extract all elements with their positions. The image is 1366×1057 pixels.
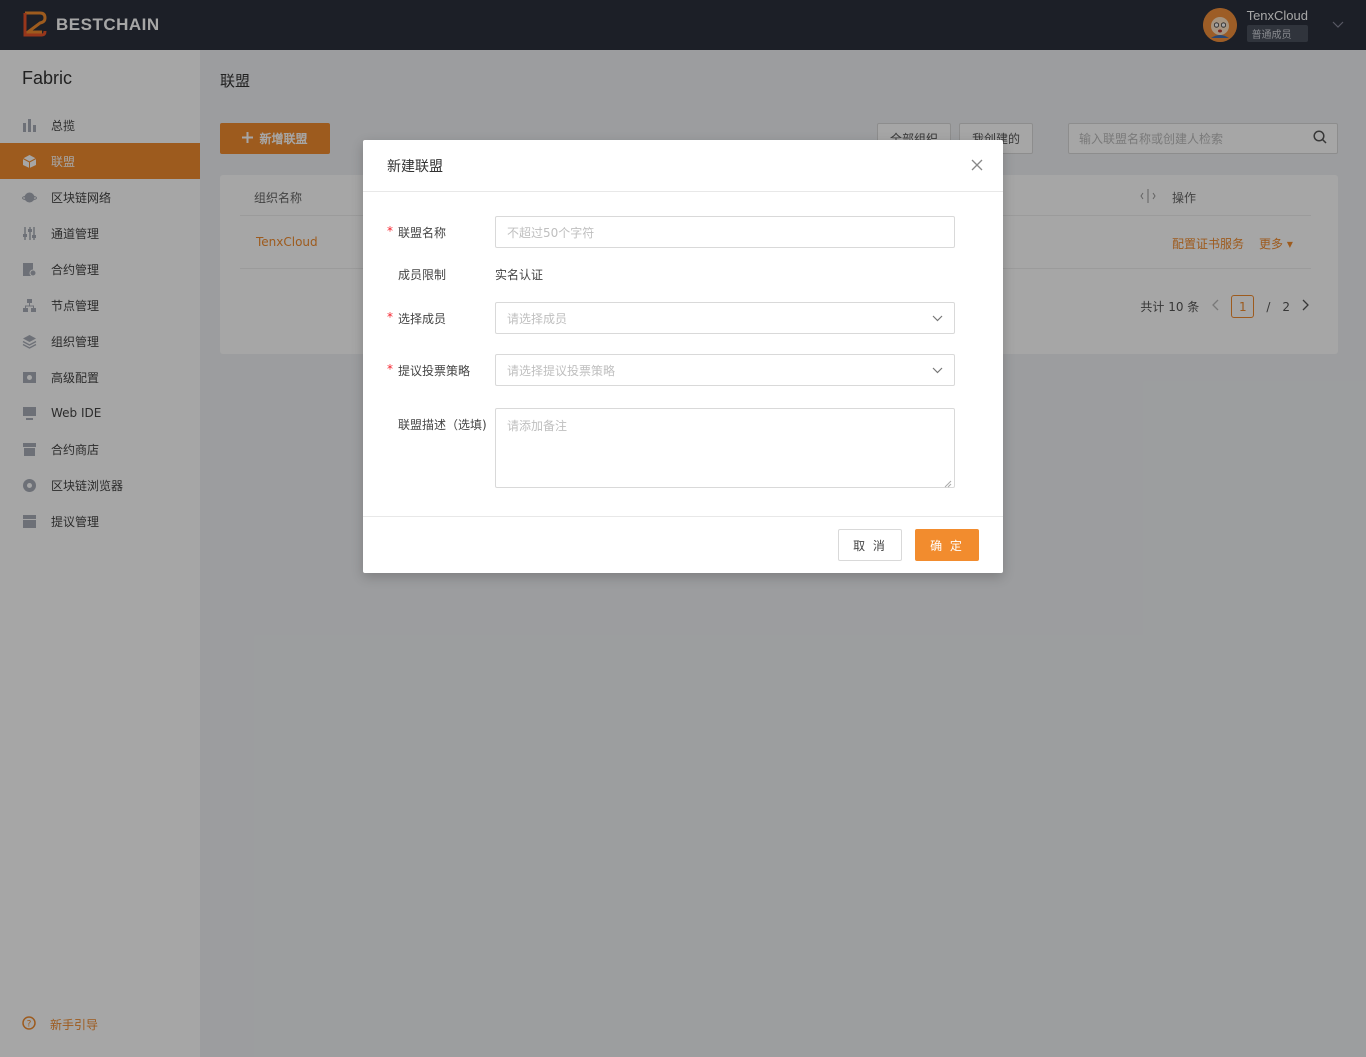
limit-label: 成员限制 [398,268,447,282]
policy-placeholder: 请选择提议投票策略 [507,363,616,378]
policy-label: * 提议投票策略 [387,361,471,378]
modal-header: 新建联盟 [363,140,1003,192]
description-textarea[interactable]: 请添加备注 [495,408,955,488]
form-row-policy: * 提议投票策略 请选择提议投票策略 [387,354,955,386]
name-placeholder: 不超过50个字符 [507,225,595,240]
form-row-desc: 联盟描述（选填) 请添加备注 [387,408,955,488]
member-select[interactable]: 请选择成员 [495,302,955,334]
form-row-name: * 联盟名称 不超过50个字符 [387,216,955,248]
new-alliance-modal: 新建联盟 * 联盟名称 不超过50个字符 成员限制 实名认证 * 选择成员 请选择成… [363,140,1003,573]
resize-handle-icon[interactable] [944,477,952,488]
alliance-name-input[interactable]: 不超过50个字符 [495,216,955,248]
chevron-down-icon [932,311,943,325]
modal-footer: 取 消 确 定 [363,516,1003,573]
desc-placeholder: 请添加备注 [507,419,568,433]
modal-title: 新建联盟 [387,158,443,175]
member-label: * 选择成员 [387,309,447,326]
chevron-down-icon [932,363,943,377]
name-label: * 联盟名称 [387,223,447,240]
policy-select[interactable]: 请选择提议投票策略 [495,354,955,386]
member-placeholder: 请选择成员 [507,311,568,326]
form-row-member: * 选择成员 请选择成员 [387,302,955,334]
limit-value: 实名认证 [495,268,544,282]
cancel-button[interactable]: 取 消 [838,529,902,561]
close-icon[interactable] [971,157,983,175]
form-row-limit: 成员限制 实名认证 [387,266,543,283]
desc-label: 联盟描述（选填) [398,418,487,432]
confirm-button[interactable]: 确 定 [915,529,979,561]
